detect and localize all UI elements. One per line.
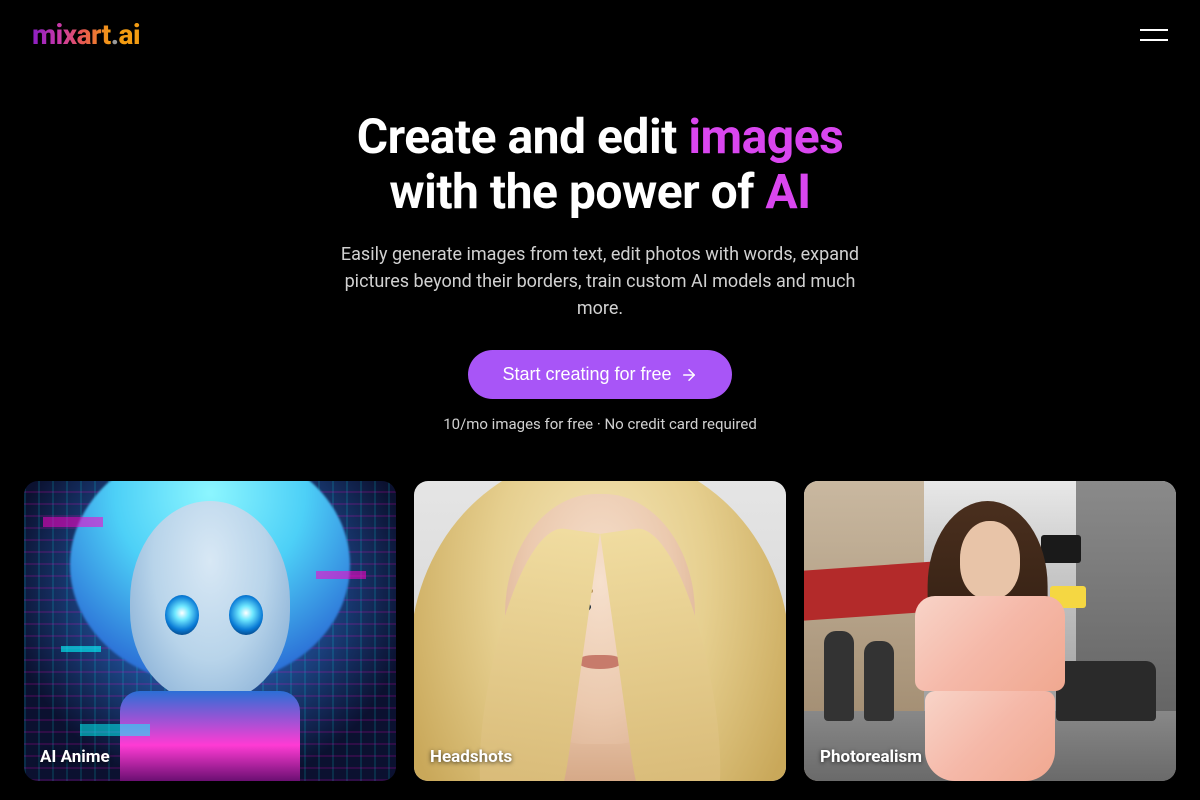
start-creating-button[interactable]: Start creating for free <box>468 350 731 399</box>
feature-cards: AI Anime Headshots <box>0 433 1200 781</box>
logo-dot: . <box>111 18 119 51</box>
hamburger-menu-icon[interactable] <box>1140 25 1168 45</box>
card-label: Headshots <box>430 747 512 767</box>
logo-text-suffix: ai <box>119 18 141 51</box>
card-label: Photorealism <box>820 747 922 767</box>
hero-title-accent2: AI <box>765 163 810 220</box>
logo[interactable]: mixart.ai <box>32 18 140 51</box>
card-label: AI Anime <box>40 747 110 767</box>
arrow-right-icon <box>680 366 698 384</box>
hero-title: Create and edit images with the power of… <box>20 109 1180 219</box>
card-image-headshot <box>414 481 786 781</box>
hero-title-part1: Create and edit <box>357 108 689 165</box>
header: mixart.ai <box>0 0 1200 69</box>
card-image-anime <box>24 481 396 781</box>
hero-subtitle: Easily generate images from text, edit p… <box>320 241 880 322</box>
hero-title-part2: with the power of <box>389 163 765 220</box>
cta-note: 10/mo images for free · No credit card r… <box>20 415 1180 433</box>
logo-text-main: mixart <box>32 18 111 51</box>
card-ai-anime[interactable]: AI Anime <box>24 481 396 781</box>
hero-section: Create and edit images with the power of… <box>0 69 1200 433</box>
cta-label: Start creating for free <box>502 364 671 385</box>
card-photorealism[interactable]: Photorealism <box>804 481 1176 781</box>
card-image-photoreal <box>804 481 1176 781</box>
card-headshots[interactable]: Headshots <box>414 481 786 781</box>
hero-title-accent1: images <box>688 108 843 165</box>
